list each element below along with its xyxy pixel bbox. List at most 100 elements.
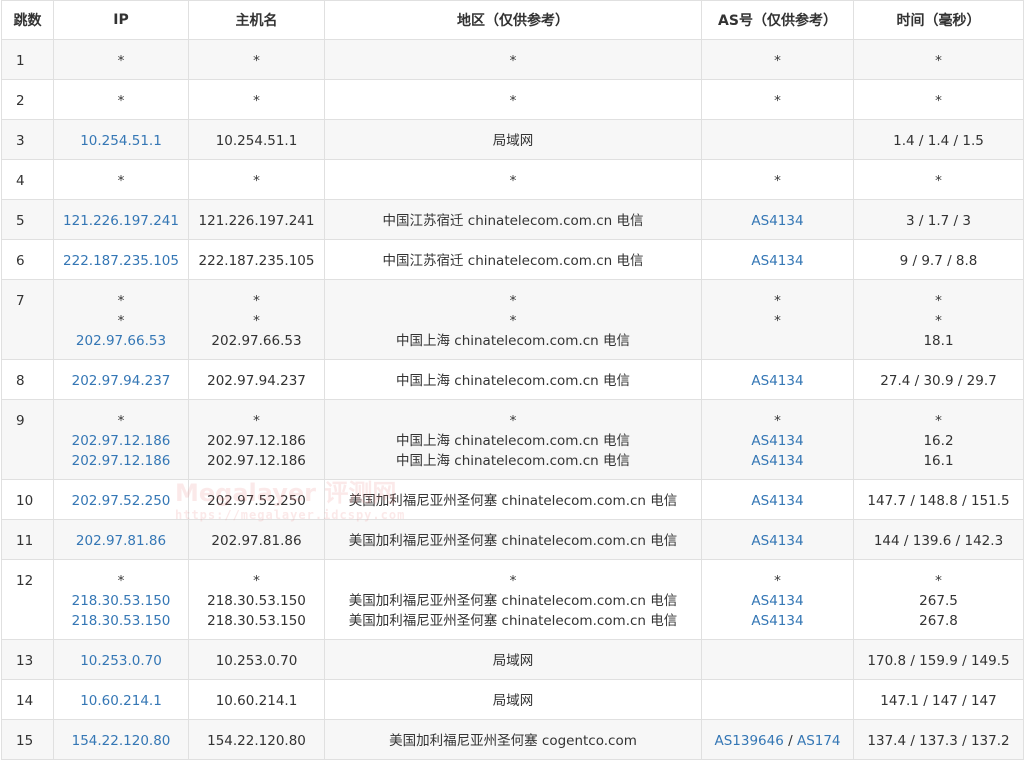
time-value: 16.1 [923,453,954,469]
time-value: 16.2 [923,433,954,449]
ip-link[interactable]: 10.60.214.1 [54,691,188,711]
table-row: 3 10.254.51.1 10.254.51.1 局域网 1.4 / 1.4 / 1… [1,119,1024,160]
ip-cell: 202.97.81.86 [53,519,189,560]
ip-cell: 10.253.0.70 [53,639,189,680]
time-value: 147.7 / 148.8 / 151.5 [867,493,1010,509]
region-cell: 美国加利福尼亚州圣何塞 cogentco.com [324,719,702,760]
ip-link[interactable]: 202.97.66.53 [54,331,188,351]
ip-link[interactable]: 202.97.81.86 [54,531,188,551]
ip-link[interactable]: 121.226.197.241 [54,211,188,231]
as-link[interactable]: AS4134 [702,531,853,551]
ip-cell: * [53,159,189,200]
ip-cell: 154.22.120.80 [53,719,189,760]
time-value: * [935,313,942,329]
hop-cell: 3 [1,119,54,160]
ip-link[interactable]: 10.254.51.1 [54,131,188,151]
ip-link[interactable]: 218.30.53.150 [54,591,188,611]
region-cell: * [324,79,702,120]
as-link[interactable]: AS4134 [702,491,853,511]
table-row: 4 * * * * * [1,159,1024,200]
ip-value: * [117,93,125,109]
time-value: 18.1 [923,333,954,349]
ip-link[interactable]: 218.30.53.150 [54,611,188,631]
ip-cell: 222.187.235.105 [53,239,189,280]
host-value: 154.22.120.80 [207,733,306,749]
region-value: 美国加利福尼亚州圣何塞 chinatelecom.com.cn 电信 [348,593,678,609]
host-value: 202.97.52.250 [207,493,306,509]
host-value: 202.97.81.86 [211,533,302,549]
traceroute-table: 跳数 IP 主机名 地区（仅供参考） AS号（仅供参考） 时间（毫秒） 1 * * *… [1,0,1024,760]
as-cell: * * [701,279,854,360]
hop-cell: 5 [1,199,54,240]
table-row: 13 10.253.0.70 10.253.0.70 局域网 170.8 / 159.… [1,639,1024,680]
as-value: * [774,53,781,69]
ip-cell: * [53,39,189,80]
header-hop: 跳数 [1,0,54,40]
host-cell: 154.22.120.80 [188,719,325,760]
region-value: 中国上海 chinatelecom.com.cn 电信 [395,373,631,389]
region-value: * [509,93,517,109]
as-link[interactable]: AS174 [797,733,841,749]
host-value: 10.253.0.70 [215,653,298,669]
header-ip: IP [53,0,189,40]
ip-link[interactable]: 202.97.12.186 [54,451,188,471]
table-row: 8 202.97.94.237 202.97.94.237 中国上海 chinatel… [1,359,1024,400]
as-cell: * AS4134 AS4134 [701,399,854,480]
ip-link[interactable]: 202.97.52.250 [54,491,188,511]
host-cell: 10.253.0.70 [188,639,325,680]
ip-link[interactable]: 222.187.235.105 [54,251,188,271]
host-cell: 202.97.81.86 [188,519,325,560]
header-as: AS号（仅供参考） [701,0,854,40]
as-link[interactable]: AS4134 [702,591,853,611]
table-row: 7 * * 202.97.66.53 * * 202.97.66.53 * * 中国上海 chin… [1,279,1024,360]
time-value: 267.8 [919,613,958,629]
as-cell: * [701,159,854,200]
hop-cell: 10 [1,479,54,520]
as-link[interactable]: AS4134 [702,211,853,231]
region-cell: * [324,159,702,200]
as-link[interactable]: AS4134 [702,611,853,631]
time-value: * [935,173,942,189]
header-time: 时间（毫秒） [853,0,1024,40]
ip-value: * [117,293,125,309]
host-cell: 202.97.52.250 [188,479,325,520]
as-value: * [774,93,781,109]
as-cell [701,119,854,160]
ip-cell: 202.97.52.250 [53,479,189,520]
as-link[interactable]: AS4134 [702,251,853,271]
region-value: 美国加利福尼亚州圣何塞 chinatelecom.com.cn 电信 [348,613,678,629]
host-value: 10.254.51.1 [215,133,298,149]
ip-link[interactable]: 10.253.0.70 [54,651,188,671]
table-row: 11 202.97.81.86 202.97.81.86 美国加利福尼亚州圣何塞 ch… [1,519,1024,560]
time-cell: 144 / 139.6 / 142.3 [853,519,1024,560]
time-value: 1.4 / 1.4 / 1.5 [893,133,984,149]
time-value: * [935,413,942,429]
time-value: * [935,93,942,109]
as-value [702,651,853,671]
as-link[interactable]: AS4134 [702,451,853,471]
host-cell: 10.254.51.1 [188,119,325,160]
host-cell: * [188,79,325,120]
ip-value: * [117,413,125,429]
as-cell: AS4134 [701,199,854,240]
ip-link[interactable]: 154.22.120.80 [54,731,188,751]
hop-cell: 2 [1,79,54,120]
ip-value: * [117,573,125,589]
region-value: 局域网 [492,653,534,669]
ip-link[interactable]: 202.97.12.186 [54,431,188,451]
time-cell: 137.4 / 137.3 / 137.2 [853,719,1024,760]
as-value: * [774,293,781,309]
as-cell: AS4134 [701,359,854,400]
time-cell: * [853,159,1024,200]
table-row: 14 10.60.214.1 10.60.214.1 局域网 147.1 / 147 … [1,679,1024,720]
table-row: 6 222.187.235.105 222.187.235.105 中国江苏宿迁 ch… [1,239,1024,280]
region-value: * [509,313,517,329]
ip-value: * [117,313,125,329]
as-link[interactable]: AS4134 [702,371,853,391]
ip-link[interactable]: 202.97.94.237 [54,371,188,391]
as-link[interactable]: AS139646 [714,733,783,749]
table-row: 10 202.97.52.250 202.97.52.250 美国加利福尼亚州圣何塞 … [1,479,1024,520]
time-value: 144 / 139.6 / 142.3 [873,533,1004,549]
as-link[interactable]: AS4134 [702,431,853,451]
region-value: 美国加利福尼亚州圣何塞 chinatelecom.com.cn 电信 [348,533,678,549]
